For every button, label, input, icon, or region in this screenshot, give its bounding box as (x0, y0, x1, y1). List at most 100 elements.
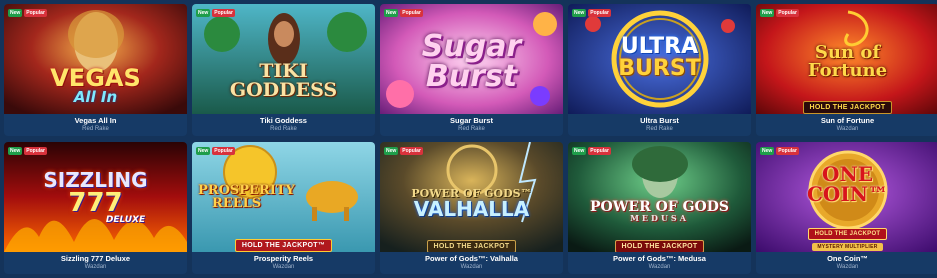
game-provider: Wazdan (836, 264, 859, 270)
new-badge: New (8, 9, 23, 17)
game-card-sugar-burst[interactable]: New Popular Sugar Burst Sugar Burst Red … (380, 4, 563, 136)
game-provider: Wazdan (836, 126, 859, 132)
game-card-tiki-goddess[interactable]: New Popular TIKI GODDESS Tiki Goddess Re… (192, 4, 375, 136)
game-title: Prosperity Reels (253, 254, 314, 263)
game-logo: ULTRA BURST (568, 36, 751, 80)
game-card-power-of-gods-valhalla[interactable]: New Popular POWER OF GODS™ VALHALLA HOLD… (380, 142, 563, 274)
game-title: Power of Gods™: Medusa (613, 254, 706, 263)
jackpot-banner: HOLD THE JACKPOT (756, 96, 937, 114)
popular-badge: Popular (400, 9, 423, 17)
popular-badge: Popular (588, 9, 611, 17)
game-provider: Red Rake (458, 126, 485, 132)
game-provider: Wazdan (648, 264, 671, 270)
game-logo: POWER OF GODS™ VALHALLA (380, 188, 563, 219)
badge-group: New Popular (196, 147, 235, 155)
logo-line: VALHALLA (413, 197, 530, 221)
game-logo: Sugar Burst (380, 32, 563, 92)
new-badge: New (572, 9, 587, 17)
game-provider: Red Rake (646, 126, 673, 132)
logo-line: Fortune (807, 60, 888, 81)
game-logo: VEGAS All In (4, 66, 187, 105)
game-provider: Wazdan (272, 264, 295, 270)
popular-badge: Popular (212, 147, 235, 155)
game-meta: Sizzling 777 Deluxe Wazdan (4, 254, 187, 271)
jackpot-banner: HOLD THE JACKPOT (568, 235, 751, 252)
new-badge: New (760, 9, 775, 17)
jackpot-label: HOLD THE JACKPOT (614, 240, 705, 252)
game-thumbnail[interactable]: New Popular PROSPERITY REELS HOLD THE JA… (192, 142, 375, 252)
game-provider: Wazdan (460, 264, 483, 270)
game-thumbnail[interactable]: New Popular TIKI GODDESS (192, 4, 375, 114)
game-meta: One Coin™ Wazdan (756, 254, 937, 271)
game-logo: Sun of Fortune (756, 44, 937, 80)
logo-line: Sugar (421, 29, 522, 64)
popular-badge: Popular (588, 147, 611, 155)
logo-line: REELS (212, 196, 262, 211)
new-badge: New (384, 9, 399, 17)
popular-badge: Popular (400, 147, 423, 155)
game-title: Vegas All In (74, 116, 117, 125)
game-card-sun-of-fortune[interactable]: New Popular Sun of Fortune HOLD THE JACK… (756, 4, 937, 136)
logo-line: POWER OF GODS (589, 199, 730, 215)
popular-badge: Popular (212, 9, 235, 17)
new-badge: New (196, 147, 211, 155)
badge-group: New Popular (8, 147, 47, 155)
jackpot-label: HOLD THE JACKPOT (426, 240, 517, 252)
game-logo: POWER OF GODS MEDUSA (568, 200, 751, 222)
game-meta: Sun of Fortune Wazdan (756, 116, 937, 133)
badge-group: New Popular (8, 9, 47, 17)
multiplier-label: MYSTERY MULTIPLIER (812, 243, 883, 251)
new-badge: New (572, 147, 587, 155)
jackpot-banner: HOLD THE JACKPOT™ (192, 234, 375, 252)
game-provider: Red Rake (270, 126, 297, 132)
logo-line: BURST (618, 56, 701, 81)
game-card-prosperity-reels[interactable]: New Popular PROSPERITY REELS HOLD THE JA… (192, 142, 375, 274)
game-meta: Tiki Goddess Red Rake (192, 116, 375, 133)
game-thumbnail[interactable]: New Popular Sugar Burst (380, 4, 563, 114)
popular-badge: Popular (776, 9, 799, 17)
logo-line: ULTRA (620, 34, 699, 59)
multiplier-banner: MYSTERY MULTIPLIER (756, 235, 937, 252)
popular-badge: Popular (776, 147, 799, 155)
logo-line: VEGAS (50, 64, 141, 92)
badge-group: New Popular (384, 9, 423, 17)
game-provider: Red Rake (82, 126, 109, 132)
game-title: Sun of Fortune (820, 116, 875, 125)
logo-line: SIZZLING (43, 168, 148, 192)
new-badge: New (8, 147, 23, 155)
new-badge: New (384, 147, 399, 155)
game-title: One Coin™ (827, 254, 868, 263)
jackpot-label: HOLD THE JACKPOT™ (234, 239, 333, 252)
new-badge: New (760, 147, 775, 155)
game-meta: Power of Gods™: Valhalla Wazdan (380, 254, 563, 271)
game-thumbnail[interactable]: New Popular POWER OF GODS™ VALHALLA HOLD… (380, 142, 563, 252)
game-thumbnail[interactable]: New Popular ONE COIN™ HOLD THE JACKPOT M… (756, 142, 937, 252)
jackpot-label: HOLD THE JACKPOT (802, 101, 893, 114)
game-logo: TIKI GODDESS (192, 62, 375, 100)
game-title: Sugar Burst (450, 116, 493, 125)
game-meta: Prosperity Reels Wazdan (192, 254, 375, 271)
game-title: Tiki Goddess (260, 116, 307, 125)
game-title: Sizzling 777 Deluxe (60, 254, 131, 263)
logo-line: GODDESS (229, 79, 338, 101)
badge-group: New Popular (572, 147, 611, 155)
game-card-sizzling-777-deluxe[interactable]: New Popular SIZZLING 777 DELUXE Sizzling… (4, 142, 187, 274)
game-thumbnail[interactable]: New Popular SIZZLING 777 DELUXE (4, 142, 187, 252)
game-title: Power of Gods™: Valhalla (425, 254, 518, 263)
game-meta: Sugar Burst Red Rake (380, 116, 563, 133)
game-meta: Vegas All In Red Rake (4, 116, 187, 133)
game-meta: Power of Gods™: Medusa Wazdan (568, 254, 751, 271)
popular-badge: Popular (24, 9, 47, 17)
game-card-vegas-all-in[interactable]: New Popular VEGAS All In Vegas All In Re… (4, 4, 187, 136)
game-thumbnail[interactable]: New Popular VEGAS All In (4, 4, 187, 114)
game-thumbnail[interactable]: New Popular Sun of Fortune HOLD THE JACK… (756, 4, 937, 114)
badge-group: New Popular (196, 9, 235, 17)
game-card-one-coin[interactable]: New Popular ONE COIN™ HOLD THE JACKPOT M… (756, 142, 937, 274)
game-card-power-of-gods-medusa[interactable]: New Popular POWER OF GODS MEDUSA HOLD TH… (568, 142, 751, 274)
new-badge: New (196, 9, 211, 17)
game-card-ultra-burst[interactable]: New Popular ULTRA BURST Ultra Burst Red … (568, 4, 751, 136)
games-grid: New Popular VEGAS All In Vegas All In Re… (0, 0, 937, 274)
logo-line: COIN™ (807, 182, 888, 206)
game-thumbnail[interactable]: New Popular POWER OF GODS MEDUSA HOLD TH… (568, 142, 751, 252)
game-thumbnail[interactable]: New Popular ULTRA BURST (568, 4, 751, 114)
